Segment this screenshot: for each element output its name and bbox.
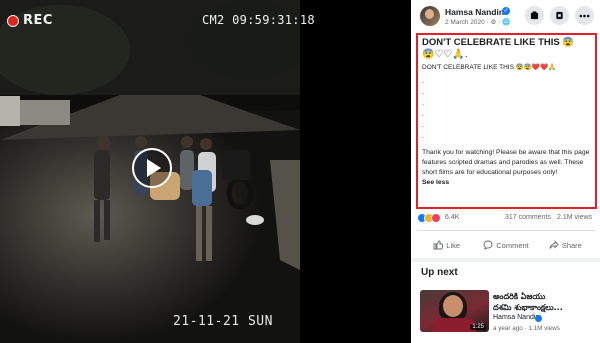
like-button[interactable]: Like [417,236,476,254]
thumbnail-face [443,295,463,317]
comment-icon [483,240,493,250]
play-button[interactable] [132,148,172,188]
more-options-button[interactable] [575,6,594,25]
post-date[interactable]: 2 March 2020 · ⚙ · 🌐 [445,18,510,26]
share-arrow-icon [549,240,559,249]
caption-dot: . [422,89,424,96]
ellipsis-icon [579,14,590,17]
caption-disclaimer: Thank you for watching! Please be aware … [422,149,590,176]
reaction-icons[interactable] [417,213,441,223]
video-player[interactable]: REC CM2 09:59:31:18 21-11-21 SUN [0,0,411,343]
comment-label: Comment [496,240,529,250]
love-reaction-icon [431,213,441,223]
up-next-verified-icon [535,315,542,322]
up-next-thumbnail[interactable]: 1:25 [420,290,489,332]
post-side-panel: Hamsa Nandini ✓ 2 March 2020 · ⚙ · 🌐 DON… [411,0,600,343]
caption-dot: . [422,133,424,140]
cctv-scene [0,0,411,343]
flag-icon [556,11,563,20]
verified-badge-icon: ✓ [502,7,510,15]
engagement-stats: 6.4K 317 comments 2.1M views [417,213,597,225]
like-label: Like [446,240,461,250]
caption-dot: . [422,78,424,85]
up-next-title-line2: దశమి శుభాకాంక్షలు... [493,303,563,312]
post-caption-highlight: DON'T CELEBRATE LIKE THIS 😨 😨♡♡🙏. DON'T … [416,33,597,209]
caption-title: DON'T CELEBRATE LIKE THIS 😨 [422,37,575,48]
post-header: Hamsa Nandini ✓ 2 March 2020 · ⚙ · 🌐 [411,0,600,32]
save-icon [530,11,539,20]
up-next-meta: a year ago · 1.1M views [493,325,560,332]
poster-name[interactable]: Hamsa Nandini [445,7,506,17]
reaction-count[interactable]: 6.4K [445,214,459,221]
poster-avatar[interactable] [420,6,440,26]
up-next-title[interactable]: అందరికి ఏజయు దశమి శుభాకాంక్షలు... [493,291,597,313]
camera-timestamp: CM2 09:59:31:18 [202,13,315,27]
divider [417,230,595,231]
post-actions: Like Comment Share [417,236,595,254]
caption-dot: . [422,100,424,107]
caption-repeat-line: DON'T CELEBRATE LIKE THIS 😨😨❤️❤️🙏 [422,64,557,71]
rec-label: REC [23,13,53,28]
share-label: Share [561,240,582,250]
save-video-button[interactable] [525,6,544,25]
facebook-video-page: REC CM2 09:59:31:18 21-11-21 SUN Hamsa N… [0,0,600,343]
caption-emojis: 😨♡♡🙏. [422,49,468,60]
section-separator [411,258,600,262]
report-button[interactable] [550,6,569,25]
comment-button[interactable]: Comment [476,236,535,254]
date-stamp: 21-11-21 SUN [173,314,273,329]
comments-count[interactable]: 317 comments [505,214,551,221]
rec-dot-icon [7,14,19,27]
share-button[interactable]: Share [536,236,595,254]
caption-dot: . [422,111,424,118]
up-next-heading: Up next [421,267,458,278]
views-count: 2.1M views [557,214,593,221]
play-icon [147,159,161,177]
see-less-link[interactable]: See less [422,179,592,186]
video-duration: 1:25 [470,324,486,330]
thumbs-up-icon [433,240,444,250]
up-next-author[interactable]: Hamsa Nandini [493,314,541,321]
caption-dot: . [422,122,424,129]
up-next-title-line1: అందరికి ఏజయు [493,292,546,301]
rec-indicator: REC [7,13,53,28]
caption-dots: . . . . . . [422,76,592,142]
